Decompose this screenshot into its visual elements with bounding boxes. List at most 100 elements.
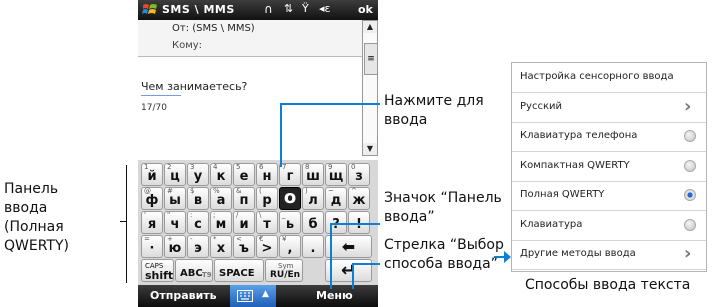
key-о[interactable]: о xyxy=(279,187,301,210)
menu-item-label: Настройка сенсорного ввода xyxy=(520,71,674,82)
key-е[interactable]: 5е xyxy=(233,163,255,186)
window-title: SMS \ MMS xyxy=(162,3,235,16)
message-body[interactable]: Чем занимаетесь? 17/70 xyxy=(138,58,362,154)
key-letter: з xyxy=(355,169,363,184)
key-м[interactable]: ; м xyxy=(210,211,232,234)
key-э[interactable]: -э xyxy=(187,235,209,258)
key-letter: х xyxy=(216,241,226,256)
panel-bracket-tick xyxy=(120,221,127,222)
menu-item[interactable]: Клавиатура xyxy=(512,211,706,241)
key-я[interactable]: ' я xyxy=(141,211,163,234)
to-field[interactable]: Кому: xyxy=(172,40,202,51)
ok-button[interactable]: ok xyxy=(358,3,373,16)
key-ч[interactable]: " ч xyxy=(164,211,186,234)
menu-item-label: Клавиатура телефона xyxy=(520,130,638,141)
key-ж[interactable]: ^ ж xyxy=(348,187,370,210)
key-letter: я xyxy=(147,217,157,232)
abc-t9-key[interactable]: ABC T9 xyxy=(175,259,213,282)
key-ь[interactable]: _ ь xyxy=(279,211,301,234)
key-а[interactable]: % а xyxy=(210,187,232,210)
key-letter: . xyxy=(310,241,316,256)
key-к[interactable]: 4к xyxy=(210,163,232,186)
key-letter: · xyxy=(149,241,155,256)
key-ц[interactable]: 2ц xyxy=(164,163,186,186)
key-letter: с xyxy=(194,217,202,232)
key-щ[interactable]: 9щ xyxy=(325,163,347,186)
key-й[interactable]: 1й xyxy=(141,163,163,186)
shift-key[interactable]: CAPS shift xyxy=(141,259,174,282)
key-и[interactable]: / и xyxy=(233,211,255,234)
input-method-arrow-icon[interactable]: ▲ xyxy=(262,289,269,299)
menu-item[interactable]: Компактная QWERTY xyxy=(512,152,706,182)
key-х[interactable]: * х xyxy=(210,235,232,258)
key-р[interactable]: (р xyxy=(256,187,278,210)
windows-logo-icon[interactable] xyxy=(142,2,158,18)
volume-icon[interactable]: ◂ε xyxy=(319,2,330,15)
from-field: От: (SMS \ MMS) xyxy=(172,23,255,34)
scroll-thumb[interactable]: ≡ xyxy=(364,43,378,75)
key-letter: а xyxy=(216,193,226,208)
input-panel-annotation: Панель ввода (Полная QWERTY) xyxy=(4,181,69,254)
space-key[interactable]: SPACE xyxy=(214,259,264,282)
send-softkey[interactable]: Отправить xyxy=(150,289,217,302)
key-letter: ю xyxy=(168,241,182,256)
radio-selected-icon xyxy=(684,189,696,201)
signal-icon: Ÿ xyxy=(302,2,309,15)
key-т[interactable]: \ т xyxy=(256,211,278,234)
pointer-connector xyxy=(494,256,498,258)
key-з[interactable]: 0з xyxy=(348,163,370,186)
key-ф[interactable]: @ ф xyxy=(141,187,163,210)
key-letter: б xyxy=(308,217,318,232)
scroll-up-icon[interactable]: ▲ xyxy=(363,21,377,33)
softkey-bar: Отправить ▲ Меню xyxy=(138,285,378,307)
key-д[interactable]: ~ д xyxy=(325,187,347,210)
key-ъ[interactable]: < ъ xyxy=(233,235,255,258)
cursor-underline xyxy=(141,95,181,96)
sym-lang-key[interactable]: Sym RU/En xyxy=(265,259,303,282)
key-letter: г xyxy=(286,169,294,184)
key-ю[interactable]: + ю xyxy=(164,235,186,258)
key-г[interactable]: 7г xyxy=(279,163,301,186)
title-bar: SMS \ MMS ∩ ⇅ Ÿ ◂ε ok xyxy=(138,0,378,20)
icon-line-h xyxy=(330,223,380,225)
pointer-arrow-icon xyxy=(496,251,511,263)
key-letter: п xyxy=(239,193,249,208)
key-ш[interactable]: 8ш xyxy=(302,163,324,186)
key->[interactable]: € > xyxy=(256,235,278,258)
arrow-line-v xyxy=(352,263,354,289)
input-panel-button[interactable]: ▲ xyxy=(230,285,276,307)
menu-softkey[interactable]: Меню xyxy=(316,289,353,302)
key-letter: ь xyxy=(285,217,295,232)
menu-item[interactable]: Русский › xyxy=(512,93,706,123)
scroll-down-icon[interactable]: ▼ xyxy=(363,143,377,155)
keyboard-icon xyxy=(237,290,253,302)
scrollbar[interactable]: ▲ ≡ ▼ xyxy=(362,20,378,156)
key-п[interactable]: & п xyxy=(233,187,255,210)
key-letter: ц xyxy=(170,169,180,184)
menu-item[interactable]: Клавиатура телефона xyxy=(512,122,706,152)
menu-item-label: Клавиатура xyxy=(520,218,583,230)
key-н[interactable]: 6н xyxy=(256,163,278,186)
key-с[interactable]: :с xyxy=(187,211,209,234)
menu-item[interactable]: Полная QWERTY xyxy=(512,181,706,211)
input-methods-menu: Настройка сенсорного ввода Русский › Клавиа… xyxy=(511,62,707,272)
key-·[interactable]: = · xyxy=(141,235,163,258)
key-letter: ж xyxy=(352,193,366,208)
key-б[interactable]: б xyxy=(302,211,324,234)
key-л[interactable]: ) л xyxy=(302,187,324,210)
key-в[interactable]: $ в xyxy=(187,187,209,210)
menu-item[interactable]: Настройка сенсорного ввода xyxy=(512,63,706,93)
key-letter: е xyxy=(239,169,249,184)
chevron-right-icon: › xyxy=(684,95,692,117)
backspace-key-icon[interactable]: ⬅ xyxy=(325,235,372,258)
menu-item-label: Другие методы ввода xyxy=(520,248,636,259)
key-.[interactable]: . xyxy=(302,235,324,258)
radio-icon xyxy=(684,218,696,231)
key-letter: , xyxy=(287,241,293,256)
key-,[interactable]: ¥, xyxy=(279,235,301,258)
key-letter: н xyxy=(262,169,272,184)
char-counter: 17/70 xyxy=(141,103,167,113)
menu-item[interactable]: Другие методы ввода › xyxy=(512,240,706,270)
key-у[interactable]: 3у xyxy=(187,163,209,186)
key-ы[interactable]: # ы xyxy=(164,187,186,210)
